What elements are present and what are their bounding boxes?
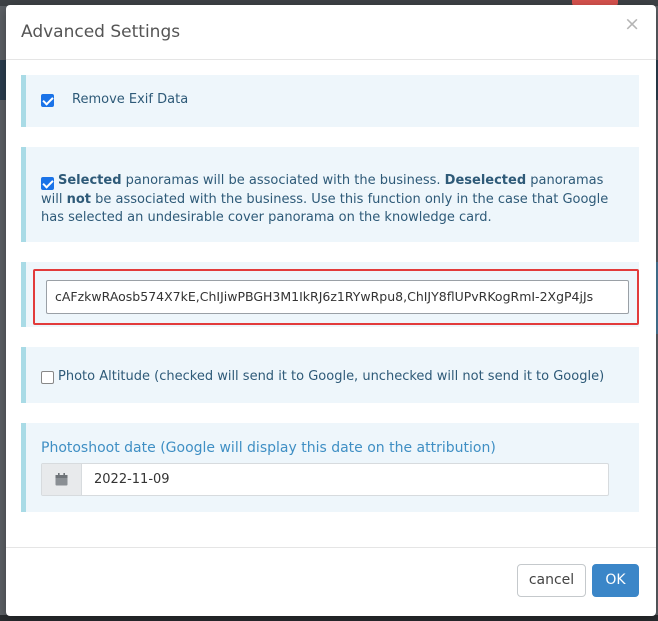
advanced-settings-dialog: Advanced Settings × Remove Exif Data Sel… — [6, 5, 656, 616]
remove-exif-panel: Remove Exif Data — [21, 75, 639, 127]
photoshoot-date-label: Photoshoot date (Google will display thi… — [41, 440, 496, 456]
remove-exif-checkbox[interactable] — [41, 94, 54, 107]
photo-altitude-panel: Photo Altitude (checked will send it to … — [21, 347, 639, 403]
association-text-2: panoramas will be associated with the bu… — [121, 173, 445, 188]
association-text: Selected panoramas will be associated wi… — [41, 172, 611, 228]
photoshoot-date-field[interactable]: 2022-11-09 — [41, 463, 609, 496]
association-selected: Selected — [58, 173, 122, 188]
panorama-ids-panel: cAFzkwRAosb574X7kE,ChIJiwPBGH3M1IkRJ6z1R… — [21, 262, 639, 327]
dialog-footer: cancel OK — [6, 547, 656, 616]
ok-button[interactable]: OK — [592, 564, 639, 597]
dialog-title: Advanced Settings — [21, 22, 181, 42]
photoshoot-date-panel: Photoshoot date (Google will display thi… — [21, 423, 639, 512]
association-text-6: be associated with the business. Use thi… — [41, 191, 609, 226]
association-not: not — [66, 191, 92, 207]
dialog-header: Advanced Settings × — [6, 5, 656, 60]
photoshoot-date-value[interactable]: 2022-11-09 — [94, 472, 170, 487]
date-addon[interactable] — [42, 464, 82, 495]
photo-altitude-checkbox[interactable] — [41, 371, 54, 384]
remove-exif-label[interactable]: Remove Exif Data — [72, 92, 188, 107]
cancel-button[interactable]: cancel — [517, 564, 586, 597]
association-panel: Selected panoramas will be associated wi… — [21, 147, 639, 242]
photo-altitude-label[interactable]: Photo Altitude (checked will send it to … — [58, 369, 604, 384]
close-icon[interactable]: × — [624, 15, 640, 34]
calendar-icon — [55, 473, 68, 486]
panorama-ids-input[interactable]: cAFzkwRAosb574X7kE,ChIJiwPBGH3M1IkRJ6z1R… — [46, 280, 629, 314]
association-deselected: Deselected — [444, 173, 527, 188]
